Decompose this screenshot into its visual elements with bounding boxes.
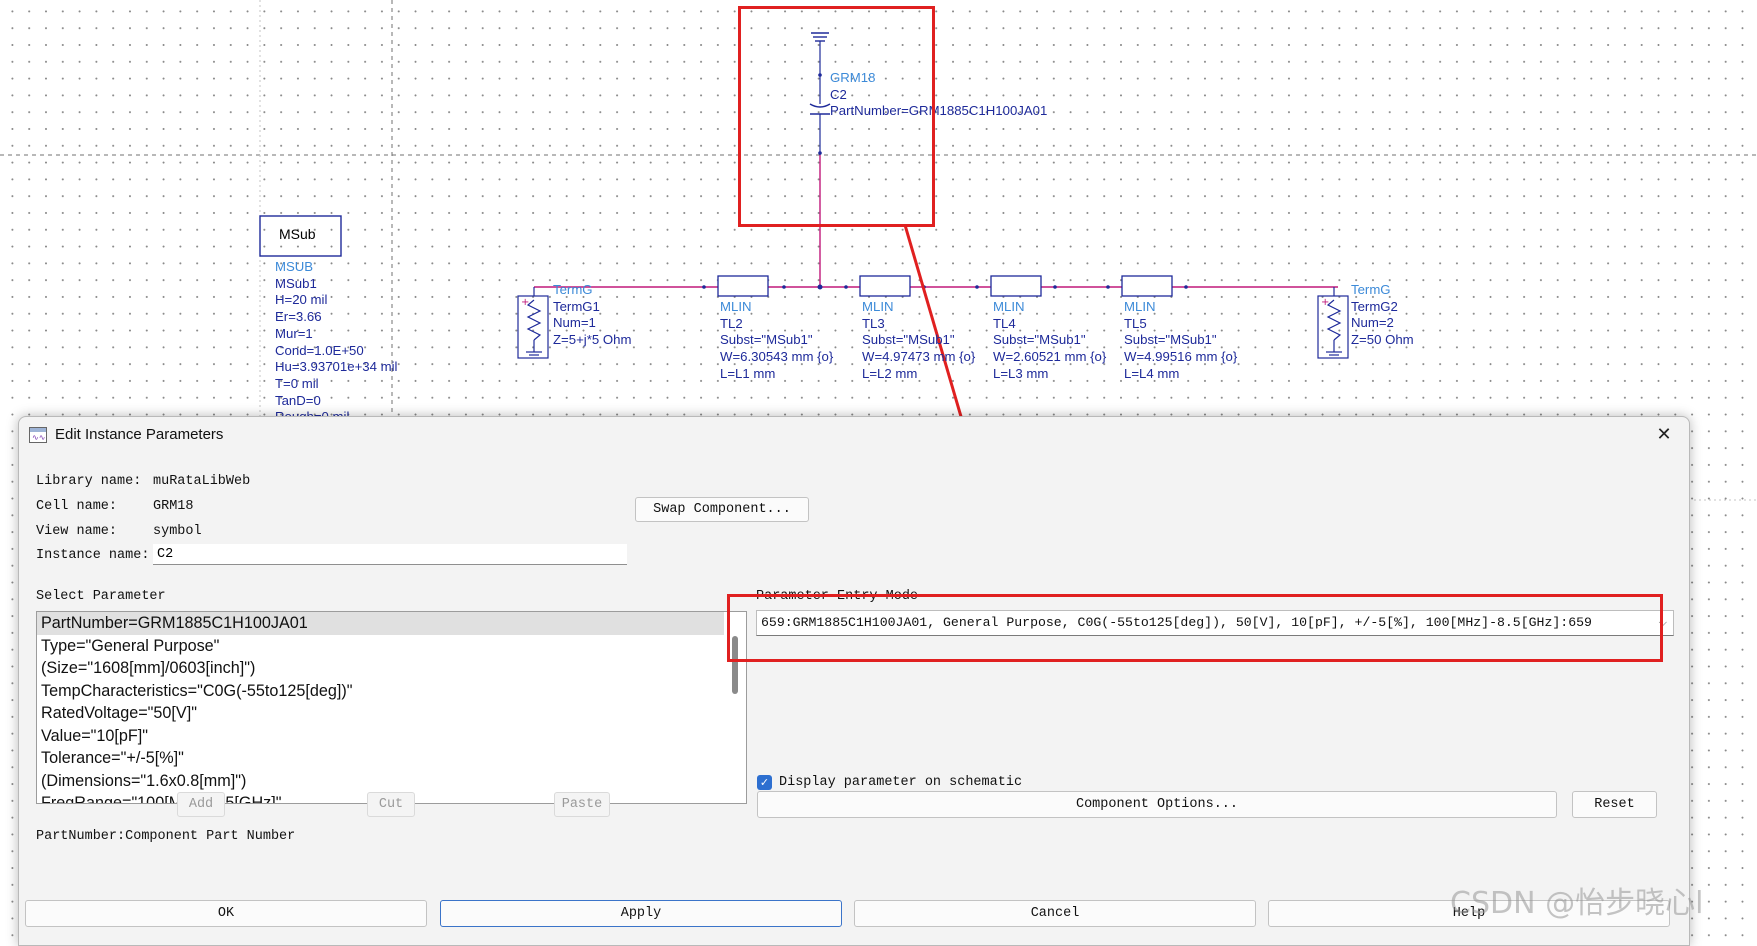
cell-name-label: Cell name: <box>36 499 118 514</box>
tl2-symbol <box>717 275 769 297</box>
capacitor-highlight-box <box>738 6 935 227</box>
termg2-parameters: TermG TermG2 Num=2 Z=50 Ohm <box>1351 282 1414 348</box>
swap-component-button[interactable]: Swap Component... <box>635 497 809 522</box>
parameter-description: PartNumber:Component Part Number <box>36 829 296 844</box>
instance-name-label: Instance name: <box>36 548 150 563</box>
parameter-list[interactable]: PartNumber=GRM1885C1H100JA01 Type="Gener… <box>36 611 747 804</box>
dialog-title: Edit Instance Parameters <box>55 426 224 443</box>
parameter-item[interactable]: (Dimensions="1.6x0.8[mm]") <box>37 770 746 793</box>
apply-button[interactable]: Apply <box>440 900 842 927</box>
app-window-icon: ∿∿ <box>29 427 47 443</box>
svg-text:+: + <box>521 297 529 308</box>
tl3-parameters: MLIN TL3 Subst="MSub1" W=4.97473 mm {o} … <box>862 299 976 381</box>
cell-name-value: GRM18 <box>153 499 194 514</box>
add-button[interactable]: Add <box>177 792 225 817</box>
parameter-item[interactable]: PartNumber=GRM1885C1H100JA01 <box>37 612 746 635</box>
tl5-symbol <box>1121 275 1173 297</box>
msub-parameters: MSUB MSub1 H=20 mil Er=3.66 Mur=1 Cond=1… <box>275 259 398 424</box>
select-parameter-label: Select Parameter <box>36 589 166 604</box>
parameter-item[interactable]: TempCharacteristics="C0G(-55to125[deg])" <box>37 680 746 703</box>
view-name-value: symbol <box>153 524 202 539</box>
paste-button[interactable]: Paste <box>554 792 610 817</box>
cut-button[interactable]: Cut <box>367 792 415 817</box>
parameter-item[interactable]: (Size="1608[mm]/0603[inch]") <box>37 657 746 680</box>
library-name-label: Library name: <box>36 474 142 489</box>
watermark: CSDN @怡步晓心l <box>1450 886 1704 921</box>
cancel-button[interactable]: Cancel <box>854 900 1256 927</box>
edit-instance-parameters-dialog: ∿∿ Edit Instance Parameters ✕ Library na… <box>18 416 1690 946</box>
tl3-symbol <box>859 275 911 297</box>
display-parameter-checkbox[interactable]: ✓ <box>757 775 772 790</box>
instance-name-input[interactable] <box>153 544 627 565</box>
display-parameter-label: Display parameter on schematic <box>779 775 1023 790</box>
tl4-parameters: MLIN TL4 Subst="MSub1" W=2.60521 mm {o} … <box>993 299 1107 381</box>
reset-button[interactable]: Reset <box>1572 791 1657 818</box>
parameter-item[interactable]: Tolerance="+/-5[%]" <box>37 747 746 770</box>
tl5-parameters: MLIN TL5 Subst="MSub1" W=4.99516 mm {o} … <box>1124 299 1238 381</box>
parameter-item[interactable]: RatedVoltage="50[V]" <box>37 702 746 725</box>
tl4-symbol <box>990 275 1042 297</box>
junction-dot <box>817 284 823 290</box>
entry-mode-highlight-box <box>727 594 1663 662</box>
library-name-value: muRataLibWeb <box>153 474 251 489</box>
tl2-parameters: MLIN TL2 Subst="MSub1" W=6.30543 mm {o} … <box>720 299 834 381</box>
svg-text:+: + <box>1321 297 1329 308</box>
component-options-button[interactable]: Component Options... <box>757 791 1557 818</box>
msub-box-label: MSub <box>279 226 316 242</box>
ok-button[interactable]: OK <box>25 900 427 927</box>
parameter-item[interactable]: Value="10[pF]" <box>37 725 746 748</box>
parameter-item[interactable]: Type="General Purpose" <box>37 635 746 658</box>
close-icon[interactable]: ✕ <box>1651 423 1677 447</box>
dialog-titlebar[interactable]: ∿∿ Edit Instance Parameters ✕ <box>19 417 1689 453</box>
view-name-label: View name: <box>36 524 118 539</box>
termg1-parameters: TermG TermG1 Num=1 Z=5+j*5 Ohm <box>553 282 632 348</box>
